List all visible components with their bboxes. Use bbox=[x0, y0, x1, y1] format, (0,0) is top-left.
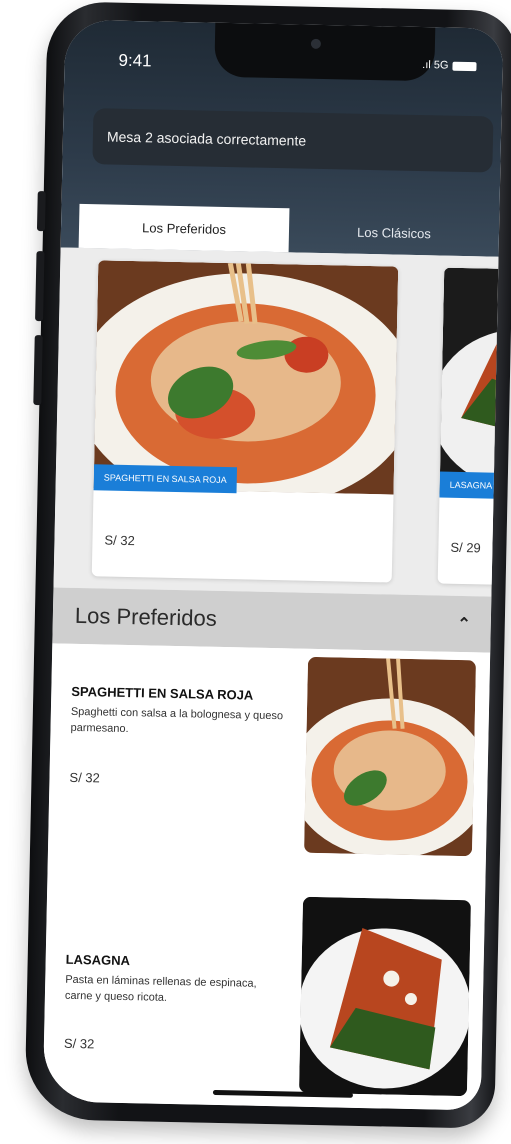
menu-list: SPAGHETTI EN SALSA ROJA Spaghetti con sa… bbox=[42, 643, 491, 1111]
item-description: Pasta en láminas rellenas de espinaca, c… bbox=[64, 973, 257, 1004]
signal-network-label: .ıl 5G bbox=[422, 59, 449, 72]
featured-carousel: SPAGHETTI EN SALSA ROJA S/ 32 LASAGNA S/… bbox=[53, 247, 504, 597]
status-time: 9:41 bbox=[118, 50, 152, 71]
lasagna-image bbox=[439, 267, 504, 499]
item-price: S/ 32 bbox=[63, 1035, 95, 1052]
carousel-card-label: SPAGHETTI EN SALSA ROJA bbox=[93, 464, 237, 494]
phone-screen: 9:41 .ıl 5G Mesa 2 asociada correctament… bbox=[42, 19, 504, 1111]
carousel-card-price: S/ 29 bbox=[450, 539, 481, 556]
item-description: Spaghetti con salsa a la bolognesa y que… bbox=[70, 705, 284, 736]
lasagna-thumbnail bbox=[298, 896, 472, 1097]
spaghetti-image bbox=[93, 260, 399, 495]
list-item[interactable]: SPAGHETTI EN SALSA ROJA Spaghetti con sa… bbox=[48, 643, 491, 872]
mute-switch bbox=[36, 191, 46, 232]
top-header: 9:41 .ıl 5G Mesa 2 asociada correctament… bbox=[60, 19, 504, 257]
item-price: S/ 32 bbox=[69, 769, 101, 786]
battery-icon bbox=[452, 61, 477, 71]
phone-frame: 9:41 .ıl 5G Mesa 2 asociada correctament… bbox=[24, 1, 511, 1129]
camera-icon bbox=[310, 38, 322, 49]
carousel-card-lasagna[interactable]: LASAGNA S/ 29 bbox=[437, 267, 504, 587]
notch bbox=[214, 22, 436, 82]
status-indicators: .ıl 5G bbox=[422, 59, 477, 72]
list-item[interactable]: LASAGNA Pasta en láminas rellenas de esp… bbox=[43, 871, 486, 1100]
spaghetti-thumbnail bbox=[303, 656, 477, 857]
toast-notification: Mesa 2 asociada correctamente bbox=[92, 108, 494, 173]
carousel-card-spaghetti[interactable]: SPAGHETTI EN SALSA ROJA S/ 32 bbox=[91, 260, 399, 583]
volume-down-button bbox=[33, 335, 43, 406]
toast-message: Mesa 2 asociada correctamente bbox=[106, 128, 307, 149]
volume-up-button bbox=[35, 251, 45, 322]
tab-los-preferidos[interactable]: Los Preferidos bbox=[78, 203, 290, 253]
carousel-card-price: S/ 32 bbox=[104, 532, 135, 549]
tab-los-clasicos[interactable]: Los Clásicos bbox=[289, 208, 500, 256]
section-title: Los Preferidos bbox=[74, 602, 217, 631]
item-name: SPAGHETTI EN SALSA ROJA bbox=[71, 683, 254, 703]
carousel-card-label: LASAGNA bbox=[439, 471, 503, 499]
item-name: LASAGNA bbox=[65, 951, 131, 969]
chevron-up-icon[interactable]: ⌃ bbox=[457, 614, 471, 634]
section-header[interactable]: Los Preferidos ⌃ bbox=[52, 587, 492, 653]
